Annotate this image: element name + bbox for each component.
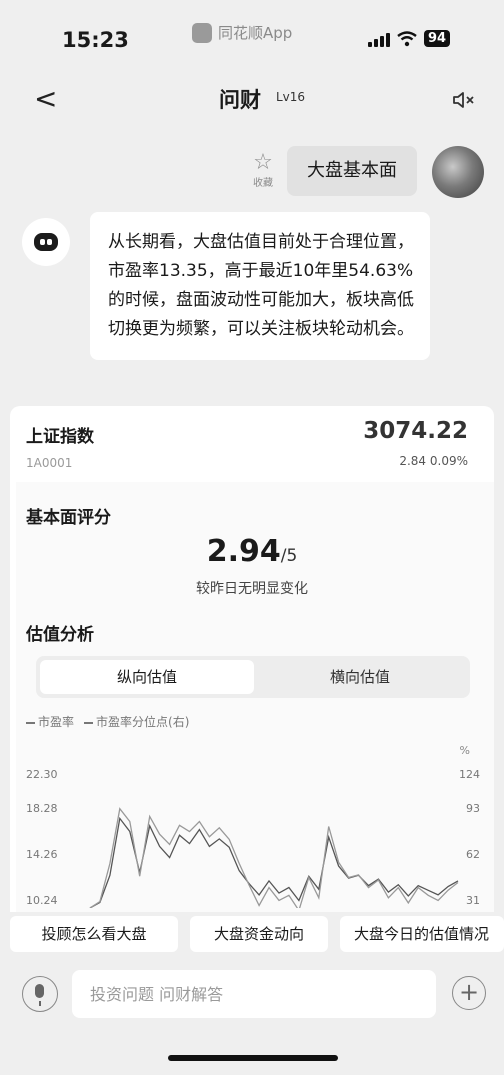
quick-question-chip[interactable]: 大盘资金动向 <box>190 916 328 952</box>
chart-legend: 市盈率 市盈率分位点(右) <box>26 713 189 730</box>
right-axis-tick: 31 <box>466 894 480 907</box>
left-axis-tick: 18.28 <box>26 802 58 815</box>
battery-icon: 94 <box>424 30 451 47</box>
home-indicator <box>168 1055 338 1061</box>
question-input[interactable] <box>72 970 436 1018</box>
back-button[interactable]: < <box>34 82 57 115</box>
index-price: 3074.22 <box>363 418 468 444</box>
score-value: 2.94 <box>206 534 281 569</box>
user-avatar[interactable] <box>432 146 484 198</box>
quick-question-chip[interactable]: 大盘今日的估值情况 <box>340 916 504 952</box>
page-title: 问财 <box>219 88 261 112</box>
status-icons: 94 <box>368 30 451 47</box>
add-button[interactable]: + <box>452 976 486 1010</box>
favorite-button[interactable]: ☆ 收藏 <box>245 150 281 190</box>
user-question-bubble: 大盘基本面 <box>287 146 417 196</box>
bot-avatar <box>22 218 70 266</box>
source-app-indicator[interactable]: 同花顺App <box>192 22 292 43</box>
speaker-mute-icon[interactable] <box>452 90 476 110</box>
fundamentals-title: 基本面评分 <box>26 508 111 528</box>
microphone-button[interactable] <box>22 976 58 1012</box>
quick-question-chip[interactable]: 投顾怎么看大盘 <box>10 916 178 952</box>
microphone-icon <box>35 984 44 998</box>
fundamental-score: 2.94/5 <box>10 534 494 569</box>
level-badge: Lv16 <box>276 90 306 104</box>
input-bar: + <box>0 966 504 1036</box>
score-max: /5 <box>280 546 298 566</box>
star-icon: ☆ <box>253 150 273 175</box>
tab-vertical-valuation[interactable]: 纵向估值 <box>40 660 254 694</box>
score-note: 较昨日无明显变化 <box>196 581 308 597</box>
left-axis-tick: 10.24 <box>26 894 58 907</box>
nav-bar: < 问财 Lv16 <box>0 78 504 122</box>
pe-percentile-line <box>89 807 459 908</box>
right-axis-tick: 62 <box>466 848 480 861</box>
valuation-tabs: 纵向估值 横向估值 <box>36 656 470 698</box>
favorite-label: 收藏 <box>253 178 273 189</box>
valuation-title: 估值分析 <box>26 625 94 645</box>
source-app-label: 同花顺App <box>218 24 293 42</box>
legend-item-percentile: 市盈率分位点(右) <box>84 713 189 730</box>
quick-questions-bar: 投顾怎么看大盘 大盘资金动向 大盘今日的估值情况 <box>0 912 504 956</box>
index-change: 2.84 0.09% <box>399 454 468 468</box>
left-axis-tick: 22.30 <box>26 768 58 781</box>
signal-icon <box>368 31 390 47</box>
valuation-chart[interactable]: 22.30 18.28 14.26 10.24 124 93 62 31 <box>10 758 494 908</box>
robot-icon <box>34 233 58 251</box>
index-name: 上证指数 <box>26 427 94 447</box>
legend-item-pe: 市盈率 <box>26 713 74 730</box>
tab-horizontal-valuation[interactable]: 横向估值 <box>254 660 466 694</box>
bot-answer-bubble: 从长期看，大盘估值目前处于合理位置，市盈率13.35，高于最近10年里54.63… <box>90 212 430 360</box>
right-axis-tick: 93 <box>466 802 480 815</box>
index-card[interactable]: 上证指数 1A0001 3074.22 2.84 0.09% 基本面评分 2.9… <box>10 406 494 926</box>
index-code: 1A0001 <box>26 456 73 470</box>
plus-icon: + <box>458 978 480 1006</box>
status-time: 15:23 <box>62 28 129 52</box>
app-icon <box>192 22 212 43</box>
right-axis-tick: 124 <box>459 768 480 781</box>
wifi-icon <box>397 30 417 46</box>
status-bar: 15:23 同花顺App 94 <box>0 0 504 70</box>
right-axis-unit: % <box>459 744 470 757</box>
left-axis-tick: 14.26 <box>26 848 58 861</box>
